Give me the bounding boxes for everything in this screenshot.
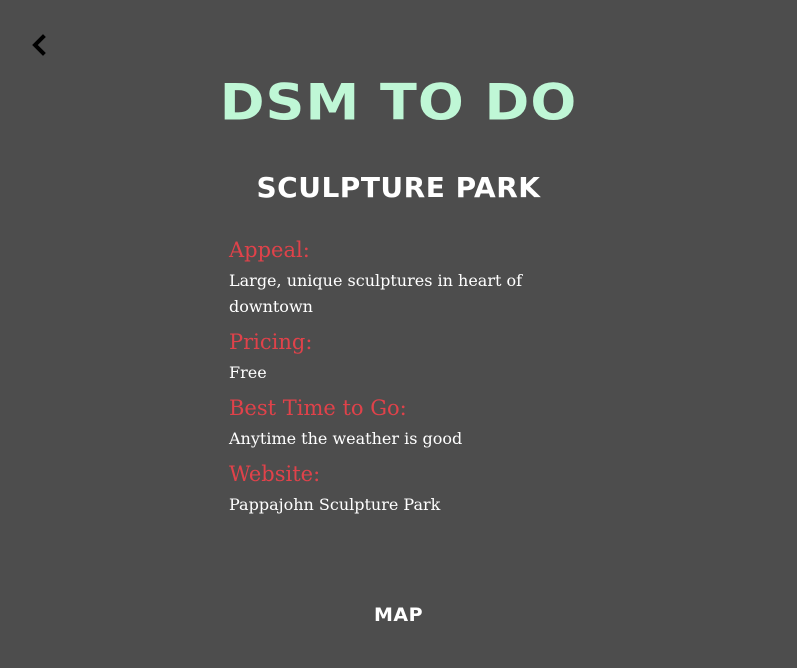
detail-value: Free [229,363,267,382]
detail-best-time: Best Time to Go: Anytime the weather is … [229,394,549,452]
chevron-left-icon [32,34,46,56]
app-title: DSM TO DO [219,73,578,132]
detail-label: Pricing: [229,330,313,354]
place-details: Appeal: Large, unique sculptures in hear… [229,236,549,526]
map-button[interactable]: MAP [0,603,797,627]
detail-label: Best Time to Go: [229,396,407,420]
detail-value: Large, unique sculptures in heart of dow… [229,271,523,316]
website-link[interactable]: Pappajohn Sculpture Park [229,492,549,518]
detail-label: Appeal: [229,238,310,262]
place-title: SCULPTURE PARK [256,171,541,204]
back-button[interactable] [28,32,50,58]
detail-pricing: Pricing: Free [229,328,549,386]
detail-appeal: Appeal: Large, unique sculptures in hear… [229,236,549,320]
detail-label: Website: [229,462,321,486]
detail-value: Anytime the weather is good [229,429,463,448]
detail-website: Website: Pappajohn Sculpture Park [229,460,549,518]
